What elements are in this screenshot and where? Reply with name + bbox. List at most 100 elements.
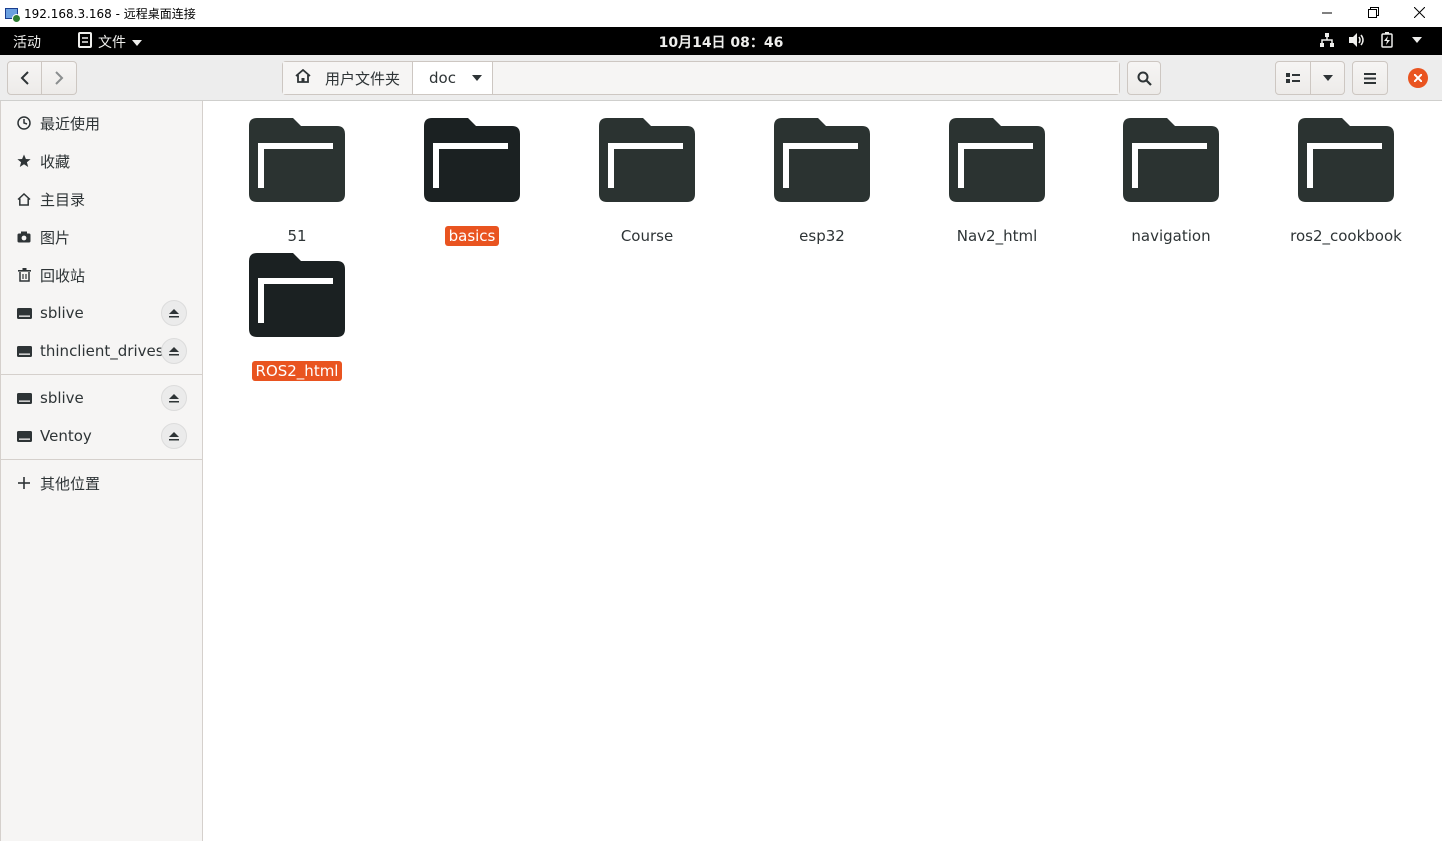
sidebar-item-label: sblive xyxy=(40,389,84,407)
sidebar-item-sblive[interactable]: sblive xyxy=(1,379,203,417)
home-icon xyxy=(16,191,32,207)
sidebar-item-label: 回收站 xyxy=(40,266,86,285)
home-icon xyxy=(295,68,311,87)
sidebar-item-sblive[interactable]: sblive xyxy=(1,294,203,332)
sidebar-item-ventoy[interactable]: Ventoy xyxy=(1,417,203,455)
sidebar-item-thinclient-drives[interactable]: thinclient_drives xyxy=(1,332,203,370)
folder-item[interactable]: esp32 xyxy=(747,118,897,248)
clock[interactable]: 10月14日 08：46 xyxy=(0,32,1442,52)
window-title: 192.168.3.168 - 远程桌面连接 xyxy=(24,7,196,21)
folder-icon xyxy=(774,118,870,202)
clock-icon xyxy=(16,115,32,131)
list-view-icon xyxy=(1286,73,1300,83)
file-view: 51 basics Course esp32 Nav2_html navigat… xyxy=(204,101,1442,841)
sidebar-separator xyxy=(1,374,203,375)
search-icon xyxy=(1137,71,1152,86)
folder-name: esp32 xyxy=(799,227,845,245)
battery-icon xyxy=(1378,31,1396,49)
eject-icon xyxy=(169,431,179,440)
path-doc-label: doc xyxy=(429,69,456,87)
view-toggle-button[interactable] xyxy=(1275,61,1311,95)
drive-icon xyxy=(16,305,32,321)
folder-item[interactable]: ROS2_html xyxy=(222,253,372,383)
eject-icon xyxy=(169,308,179,317)
remote-desktop-icon xyxy=(4,6,21,23)
path-home-button[interactable]: 用户文件夹 xyxy=(283,62,413,94)
folder-icon xyxy=(424,118,520,202)
view-options-button[interactable] xyxy=(1310,61,1345,95)
folder-item[interactable]: basics xyxy=(397,118,547,248)
hamburger-menu-button[interactable] xyxy=(1352,61,1388,95)
folder-icon xyxy=(1298,118,1394,202)
folder-name: basics xyxy=(444,226,500,246)
volume-icon xyxy=(1348,31,1366,49)
folder-name: Course xyxy=(620,227,674,245)
sidebar-item-label: 其他位置 xyxy=(40,474,101,493)
close-window-button[interactable] xyxy=(1396,0,1442,25)
sidebar-item-pictures[interactable]: 图片 xyxy=(1,218,203,256)
folder-name: 51 xyxy=(287,227,307,245)
folder-icon xyxy=(949,118,1045,202)
folder-icon xyxy=(1123,118,1219,202)
sidebar-item-label: 收藏 xyxy=(40,152,71,171)
sidebar-item-label: sblive xyxy=(40,304,84,322)
sidebar-item-home[interactable]: 主目录 xyxy=(1,180,203,218)
drive-icon xyxy=(16,343,32,359)
path-home-label: 用户文件夹 xyxy=(325,69,401,88)
folder-name: ROS2_html xyxy=(251,361,343,381)
navigation-buttons xyxy=(7,61,77,95)
sidebar-item-label: 图片 xyxy=(40,228,71,247)
sidebar: 最近使用 收藏 主目录 图片 回收站 sblive thinclient_dri… xyxy=(0,101,203,841)
folder-icon xyxy=(249,118,345,202)
forward-button[interactable] xyxy=(42,61,77,95)
search-button[interactable] xyxy=(1127,61,1161,95)
camera-icon xyxy=(16,229,32,245)
back-button[interactable] xyxy=(7,61,42,95)
sidebar-item-other-locations[interactable]: 其他位置 xyxy=(1,464,203,502)
gnome-topbar: 活动 文件 10月14日 08：46 xyxy=(0,27,1442,55)
close-icon xyxy=(1414,74,1422,82)
eject-button[interactable] xyxy=(161,423,187,449)
folder-item[interactable]: Course xyxy=(572,118,722,248)
eject-button[interactable] xyxy=(161,338,187,364)
folder-name: navigation xyxy=(1131,227,1211,245)
path-doc-button[interactable]: doc xyxy=(413,62,493,94)
window-titlebar: 192.168.3.168 - 远程桌面连接 xyxy=(0,0,1442,27)
chevron-left-icon xyxy=(20,71,29,85)
sidebar-item-label: 最近使用 xyxy=(40,114,101,133)
path-bar: 用户文件夹 doc xyxy=(282,61,1120,95)
sidebar-item-recent[interactable]: 最近使用 xyxy=(1,104,203,142)
minimize-button[interactable] xyxy=(1304,0,1350,25)
folder-icon xyxy=(249,253,345,337)
plus-icon xyxy=(16,475,32,491)
trash-icon xyxy=(16,267,32,283)
folder-name: ros2_cookbook xyxy=(1290,227,1402,245)
drive-icon xyxy=(16,390,32,406)
sidebar-item-label: thinclient_drives xyxy=(40,342,164,360)
chevron-down-icon xyxy=(1322,75,1333,81)
eject-icon xyxy=(169,346,179,355)
folder-icon xyxy=(599,118,695,202)
restore-button[interactable] xyxy=(1350,0,1396,25)
folder-name: Nav2_html xyxy=(956,227,1038,245)
headerbar: 用户文件夹 doc xyxy=(0,55,1442,101)
chevron-down-icon xyxy=(1408,31,1426,49)
eject-button[interactable] xyxy=(161,300,187,326)
folder-item[interactable]: navigation xyxy=(1096,118,1246,248)
star-icon xyxy=(16,153,32,169)
sidebar-item-label: Ventoy xyxy=(40,427,92,445)
system-tray[interactable] xyxy=(1318,31,1426,49)
folder-item[interactable]: ros2_cookbook xyxy=(1271,118,1421,248)
eject-icon xyxy=(169,393,179,402)
close-app-button[interactable] xyxy=(1408,68,1428,88)
sidebar-separator xyxy=(1,459,203,460)
folder-item[interactable]: 51 xyxy=(222,118,372,248)
hamburger-icon xyxy=(1364,72,1376,84)
sidebar-item-starred[interactable]: 收藏 xyxy=(1,142,203,180)
network-icon xyxy=(1318,31,1336,49)
folder-item[interactable]: Nav2_html xyxy=(922,118,1072,248)
chevron-right-icon xyxy=(55,71,64,85)
sidebar-item-label: 主目录 xyxy=(40,190,86,209)
eject-button[interactable] xyxy=(161,385,187,411)
sidebar-item-trash[interactable]: 回收站 xyxy=(1,256,203,294)
